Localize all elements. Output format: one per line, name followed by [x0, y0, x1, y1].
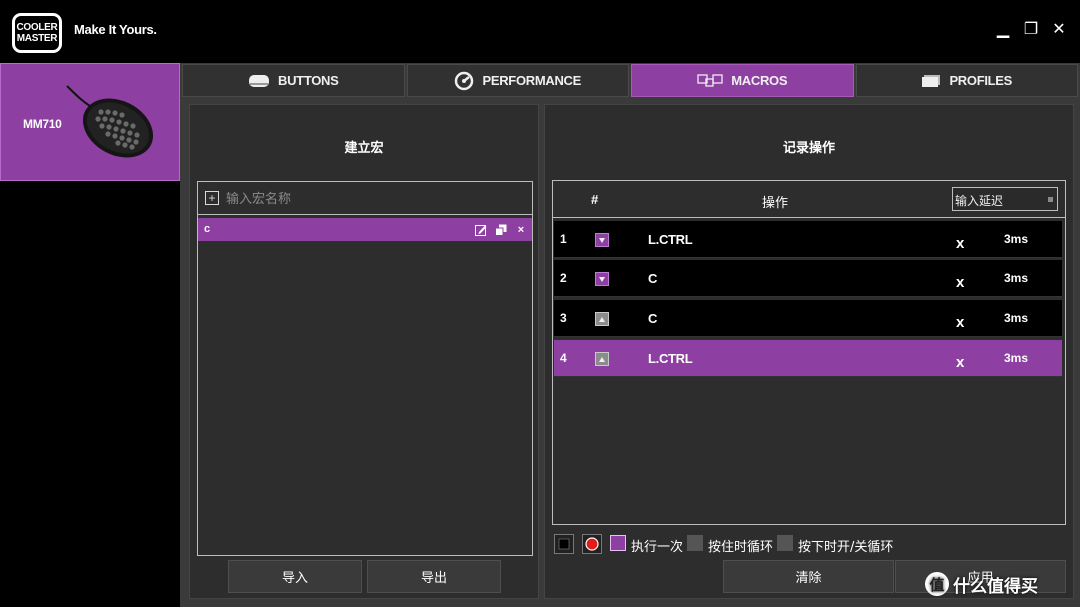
record-table: # 操作 输入延迟 1 L.CTRL x 3ms 2 C x 3ms 3 C x: [552, 180, 1066, 525]
export-button[interactable]: 导出: [367, 560, 501, 593]
logo-line-2: MASTER: [16, 33, 58, 44]
duplicate-icon[interactable]: [495, 224, 507, 236]
delete-row-icon[interactable]: x: [956, 235, 964, 252]
tab-bar: BUTTONS PERFORMANCE MACROS PROFILES: [182, 64, 1078, 97]
loop-while-held-checkbox[interactable]: [687, 535, 703, 551]
row-key: L.CTRL: [648, 232, 693, 247]
row-delay: 3ms: [1004, 311, 1029, 325]
row-delay: 3ms: [1004, 232, 1029, 246]
delete-row-icon[interactable]: x: [956, 314, 964, 331]
dropdown-icon: [1048, 197, 1053, 202]
device-tile-mm710[interactable]: MM710: [0, 63, 180, 181]
record-actions-title: 记录操作: [782, 140, 835, 155]
record-row[interactable]: 1 L.CTRL x 3ms: [554, 221, 1062, 258]
macro-item[interactable]: c ×: [198, 218, 532, 241]
tab-label: PERFORMANCE: [482, 73, 582, 88]
watermark-badge: 值: [925, 572, 949, 596]
row-number: 4: [560, 351, 567, 365]
stop-button[interactable]: [554, 534, 574, 554]
run-once-label: 执行一次: [631, 540, 684, 555]
macro-item-name: c: [204, 223, 211, 235]
row-number: 3: [560, 311, 567, 325]
cooler-master-logo: COOLER MASTER: [12, 13, 62, 53]
toggle-loop-checkbox[interactable]: [777, 535, 793, 551]
device-name: MM710: [23, 117, 62, 131]
record-row-selected[interactable]: 4 L.CTRL x 3ms: [554, 340, 1062, 377]
delay-input-label: 输入延迟: [955, 194, 1004, 208]
row-key: L.CTRL: [648, 351, 693, 366]
row-key: C: [648, 311, 658, 326]
macro-list: + c ×: [197, 181, 533, 556]
record-row[interactable]: 3 C x 3ms: [554, 300, 1062, 337]
title-bar: COOLER MASTER Make It Yours. ▁ ❐ ✕: [0, 0, 1080, 63]
close-button[interactable]: ✕: [1050, 20, 1068, 40]
profiles-icon: [921, 74, 941, 88]
record-table-header: # 操作 输入延迟: [553, 181, 1065, 218]
watermark-text: 什么值得买: [953, 576, 1038, 596]
key-down-icon: [595, 233, 609, 247]
tab-performance[interactable]: PERFORMANCE: [406, 64, 629, 97]
macro-name-row: +: [198, 182, 532, 215]
create-macro-title: 建立宏: [344, 140, 384, 155]
add-macro-icon[interactable]: +: [205, 191, 219, 205]
tab-buttons[interactable]: BUTTONS: [182, 64, 405, 97]
clear-button[interactable]: 清除: [723, 560, 894, 593]
record-button[interactable]: [582, 534, 602, 554]
tab-label: MACROS: [731, 73, 788, 88]
delete-row-icon[interactable]: x: [956, 354, 964, 371]
app-tagline: Make It Yours.: [74, 22, 157, 37]
logo-line-1: COOLER: [16, 22, 58, 33]
tab-profiles[interactable]: PROFILES: [855, 64, 1078, 97]
import-button[interactable]: 导入: [228, 560, 362, 593]
create-macro-panel: 建立宏 + c × 导入 导出: [189, 104, 539, 599]
record-actions-panel: 记录操作 # 操作 输入延迟 1 L.CTRL x 3ms 2 C x 3ms …: [544, 104, 1074, 599]
row-key: C: [648, 271, 658, 286]
macro-keys-icon: [697, 73, 723, 89]
record-row[interactable]: 2 C x 3ms: [554, 260, 1062, 297]
row-number: 1: [560, 232, 567, 246]
mouse-image-icon: [66, 85, 154, 158]
run-once-checkbox[interactable]: [610, 535, 626, 551]
gauge-icon: [454, 71, 474, 91]
watermark: 值 什么值得买: [925, 568, 1077, 600]
tab-macros[interactable]: MACROS: [631, 64, 854, 97]
key-up-icon: [595, 352, 609, 366]
key-down-icon: [595, 272, 609, 286]
toggle-loop-label: 按下时开/关循环: [798, 540, 894, 555]
delete-row-icon[interactable]: x: [956, 274, 964, 291]
column-header-operation: 操作: [762, 196, 789, 211]
loop-while-held-label: 按住时循环: [708, 540, 774, 555]
tab-label: BUTTONS: [278, 73, 339, 88]
column-header-number: #: [591, 192, 599, 207]
row-delay: 3ms: [1004, 351, 1029, 365]
macro-name-input[interactable]: [226, 188, 526, 210]
row-number: 2: [560, 271, 567, 285]
maximize-button[interactable]: ❐: [1022, 20, 1040, 40]
tab-label: PROFILES: [949, 73, 1013, 88]
delay-input[interactable]: 输入延迟: [952, 187, 1058, 211]
row-delay: 3ms: [1004, 271, 1029, 285]
mouse-icon: [248, 73, 270, 89]
delete-macro-icon[interactable]: ×: [515, 224, 527, 236]
key-up-icon: [595, 312, 609, 326]
minimize-button[interactable]: ▁: [994, 20, 1012, 40]
edit-icon[interactable]: [475, 224, 487, 236]
